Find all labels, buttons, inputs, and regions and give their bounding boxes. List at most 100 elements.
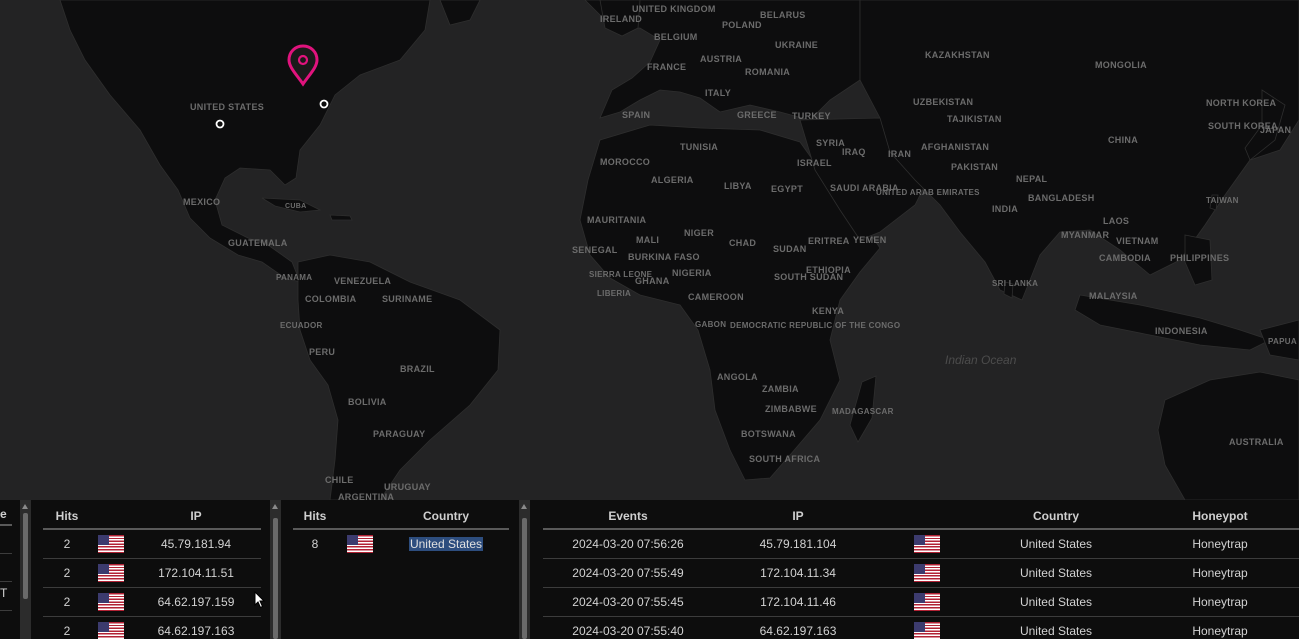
partial-panel-scrollbar[interactable] (20, 500, 31, 639)
event-time-cell: 2024-03-20 07:56:26 (543, 529, 713, 559)
hits-cell: 2 (43, 587, 91, 617)
svg-text:MALI: MALI (636, 235, 659, 245)
country-cell: United States (971, 558, 1141, 588)
attack-dot-marker[interactable] (319, 99, 329, 109)
honeypot-cell: Honeytrap (1141, 616, 1299, 639)
col-flag (91, 504, 131, 530)
us-flag-icon (914, 622, 940, 639)
svg-text:BANGLADESH: BANGLADESH (1028, 193, 1095, 203)
us-flag-icon (914, 535, 940, 553)
svg-text:JAPAN: JAPAN (1260, 125, 1291, 135)
svg-text:YEMEN: YEMEN (853, 235, 887, 245)
table-row[interactable]: 2024-03-20 07:55:40 64.62.197.163 United S… (543, 616, 1299, 639)
us-flag-icon (98, 593, 124, 611)
svg-text:VIETNAM: VIETNAM (1116, 236, 1159, 246)
us-flag-icon (914, 564, 940, 582)
col-country: Country (971, 504, 1141, 530)
svg-text:CHAD: CHAD (729, 238, 756, 248)
col-country: Country (383, 504, 509, 530)
svg-text:NIGER: NIGER (684, 228, 714, 238)
svg-text:VENEZUELA: VENEZUELA (334, 276, 391, 286)
svg-text:BOLIVIA: BOLIVIA (348, 397, 387, 407)
honeypot-cell: Honeytrap (1141, 529, 1299, 559)
svg-text:SOUTH AFRICA: SOUTH AFRICA (749, 454, 820, 464)
scroll-thumb[interactable] (273, 518, 278, 639)
hits-cell: 2 (43, 529, 91, 559)
mouse-cursor-icon (254, 591, 266, 609)
hits-cell: 8 (311, 537, 319, 551)
svg-text:CHILE: CHILE (325, 475, 354, 485)
svg-text:INDIA: INDIA (992, 204, 1018, 214)
svg-text:LIBERIA: LIBERIA (597, 289, 631, 298)
country-cell: United States (971, 529, 1141, 559)
honeypot-cell: Honeytrap (1141, 587, 1299, 617)
col-flag (883, 504, 971, 530)
scroll-up-arrow-icon[interactable] (272, 504, 278, 509)
svg-text:SYRIA: SYRIA (816, 138, 845, 148)
svg-text:ANGOLA: ANGOLA (717, 372, 758, 382)
svg-text:INDONESIA: INDONESIA (1155, 326, 1208, 336)
country-cell-selected[interactable]: United States (408, 537, 484, 551)
table-row[interactable]: 2 64.62.197.163 (43, 616, 261, 639)
svg-text:PERU: PERU (309, 347, 335, 357)
table-row[interactable]: 2024-03-20 07:56:26 45.79.181.104 United S… (543, 529, 1299, 559)
us-flag-icon (347, 535, 373, 553)
table-row[interactable]: 2 64.62.197.159 (43, 587, 261, 617)
svg-text:BRAZIL: BRAZIL (400, 364, 435, 374)
scroll-thumb[interactable] (522, 518, 527, 639)
col-ip: IP (131, 504, 261, 530)
top-countries-scrollbar[interactable] (519, 500, 530, 639)
svg-text:SPAIN: SPAIN (622, 110, 650, 120)
country-cell: United States (971, 587, 1141, 617)
svg-text:CUBA: CUBA (285, 203, 306, 210)
svg-text:ARGENTINA: ARGENTINA (338, 492, 394, 500)
svg-text:TAIWAN: TAIWAN (1206, 196, 1239, 205)
stats-panel-area: e T Hits IP 2 45.79.181.94 2 172.104.11.51 2… (0, 500, 1299, 639)
svg-text:BOTSWANA: BOTSWANA (741, 429, 796, 439)
svg-text:TUNISIA: TUNISIA (680, 142, 718, 152)
top-ips-scrollbar[interactable] (270, 500, 281, 639)
table-row[interactable]: 2024-03-20 07:55:45 172.104.11.46 United S… (543, 587, 1299, 617)
ip-cell: 45.79.181.94 (131, 529, 261, 559)
svg-text:GUATEMALA: GUATEMALA (228, 238, 288, 248)
svg-text:ETHIOPIA: ETHIOPIA (806, 265, 851, 275)
top-countries-table: Hits Country 8 United States (293, 504, 509, 558)
table-row[interactable]: 8 United States (293, 529, 509, 558)
attack-dot-marker[interactable] (215, 119, 225, 129)
svg-text:UZBEKISTAN: UZBEKISTAN (913, 97, 973, 107)
scroll-up-arrow-icon[interactable] (22, 504, 28, 509)
event-time-cell: 2024-03-20 07:55:45 (543, 587, 713, 617)
svg-text:PARAGUAY: PARAGUAY (373, 429, 425, 439)
svg-text:SUDAN: SUDAN (773, 244, 807, 254)
partial-header: e (0, 507, 7, 521)
svg-text:PANAMA: PANAMA (276, 273, 312, 282)
svg-text:CAMEROON: CAMEROON (688, 292, 744, 302)
world-map[interactable]: UNITED STATES MEXICO CUBA GUATEMALA PANA… (0, 0, 1299, 500)
table-row[interactable]: 2024-03-20 07:55:49 172.104.11.34 United S… (543, 558, 1299, 588)
svg-text:GHANA: GHANA (635, 276, 670, 286)
partial-cell: T (0, 586, 8, 600)
svg-text:UNITED ARAB EMIRATES: UNITED ARAB EMIRATES (876, 188, 980, 197)
svg-text:LAOS: LAOS (1103, 216, 1129, 226)
country-cell: United States (971, 616, 1141, 639)
table-row[interactable]: 2 45.79.181.94 (43, 529, 261, 559)
scroll-thumb[interactable] (23, 513, 28, 599)
svg-text:POLAND: POLAND (722, 20, 762, 30)
svg-text:CHINA: CHINA (1108, 135, 1138, 145)
col-hits: Hits (43, 504, 91, 530)
event-time-cell: 2024-03-20 07:55:40 (543, 616, 713, 639)
svg-text:SURINAME: SURINAME (382, 294, 432, 304)
table-row[interactable]: 2 172.104.11.51 (43, 558, 261, 588)
svg-text:MALAYSIA: MALAYSIA (1089, 291, 1138, 301)
honeypot-cell: Honeytrap (1141, 558, 1299, 588)
scroll-up-arrow-icon[interactable] (521, 504, 527, 509)
svg-text:NIGERIA: NIGERIA (672, 268, 712, 278)
svg-text:MONGOLIA: MONGOLIA (1095, 60, 1147, 70)
svg-text:NEPAL: NEPAL (1016, 174, 1048, 184)
hits-cell: 2 (43, 558, 91, 588)
svg-text:IRAN: IRAN (888, 149, 911, 159)
ip-cell: 45.79.181.104 (713, 529, 883, 559)
svg-text:URUGUAY: URUGUAY (384, 482, 431, 492)
hits-cell: 2 (43, 616, 91, 639)
label-united-states: UNITED STATES (190, 102, 264, 112)
